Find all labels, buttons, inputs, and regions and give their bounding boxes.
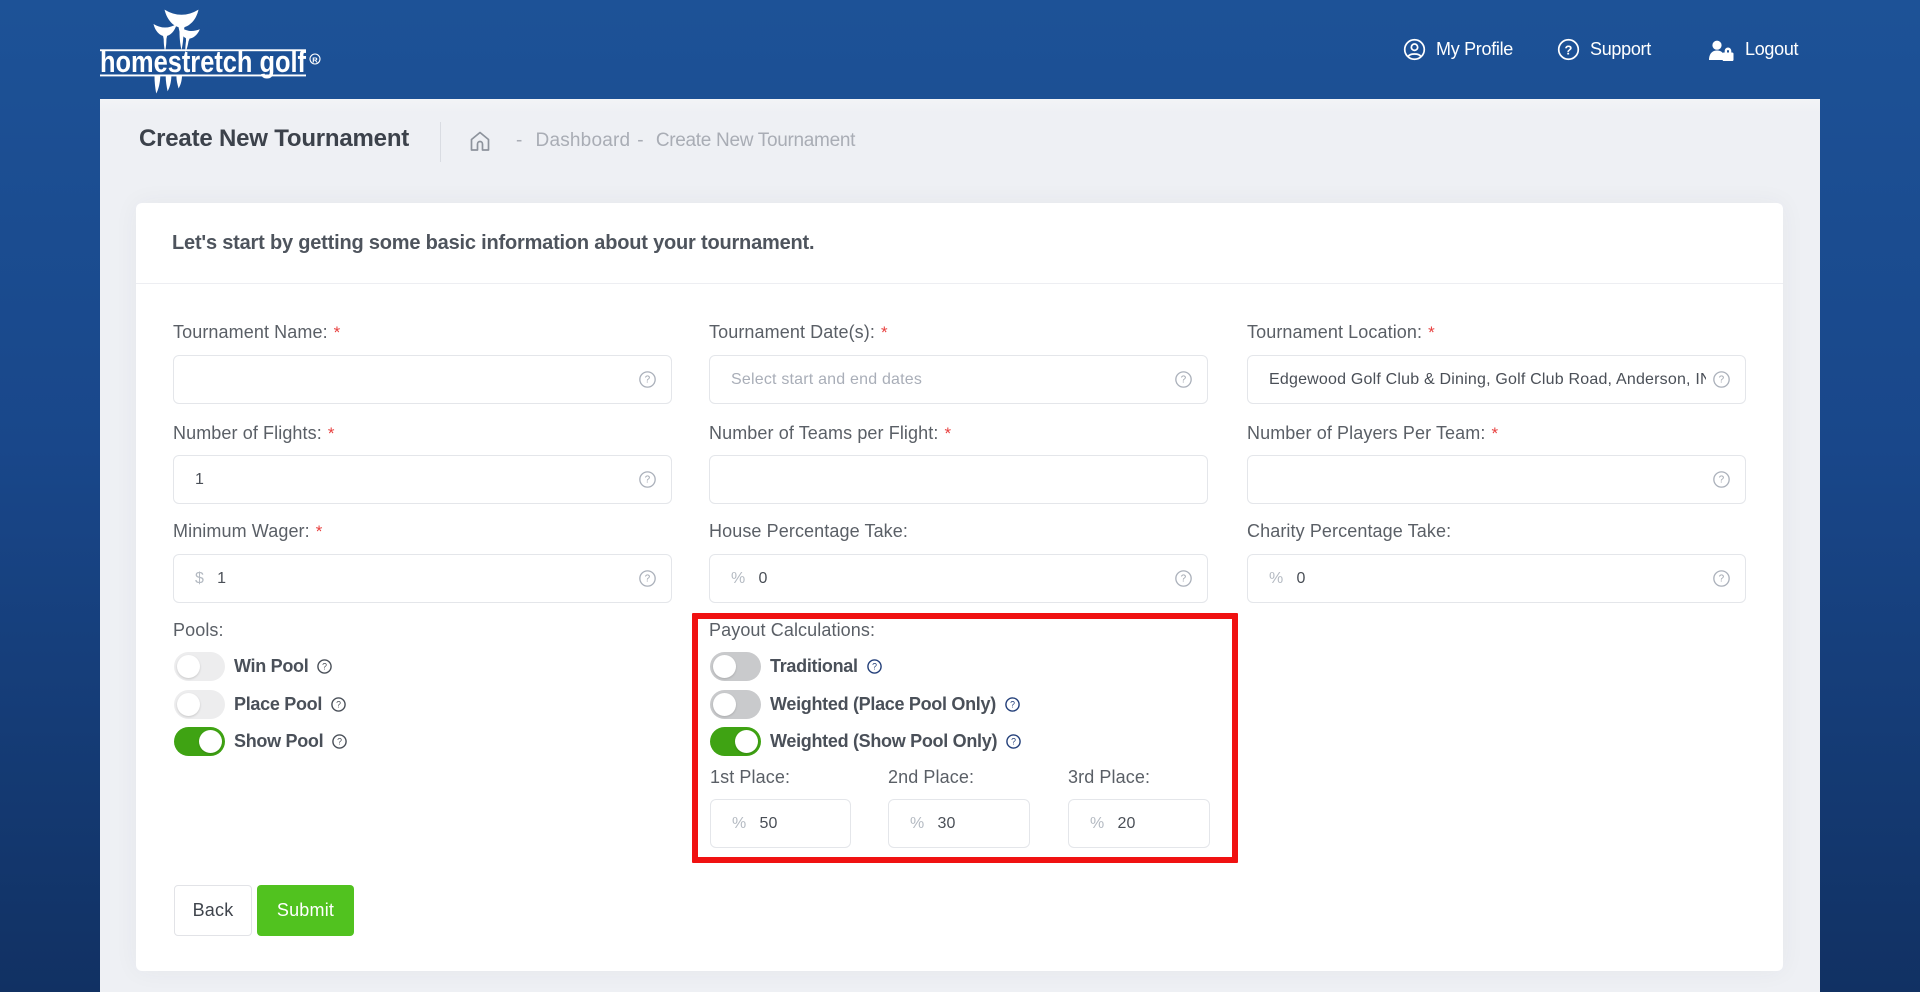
svg-text:?: ? <box>645 475 651 486</box>
svg-text:?: ? <box>645 574 651 585</box>
svg-text:?: ? <box>1181 574 1187 585</box>
svg-text:?: ? <box>337 737 342 747</box>
svg-text:?: ? <box>1565 42 1573 57</box>
svg-text:?: ? <box>336 700 341 710</box>
svg-text:homestretch golf: homestretch golf <box>100 44 307 79</box>
svg-text:?: ? <box>1719 375 1725 386</box>
svg-text:R: R <box>312 55 318 64</box>
svg-text:?: ? <box>1719 475 1725 486</box>
svg-text:?: ? <box>1181 375 1187 386</box>
svg-text:?: ? <box>1719 574 1725 585</box>
svg-text:?: ? <box>323 662 328 672</box>
svg-text:?: ? <box>645 375 651 386</box>
